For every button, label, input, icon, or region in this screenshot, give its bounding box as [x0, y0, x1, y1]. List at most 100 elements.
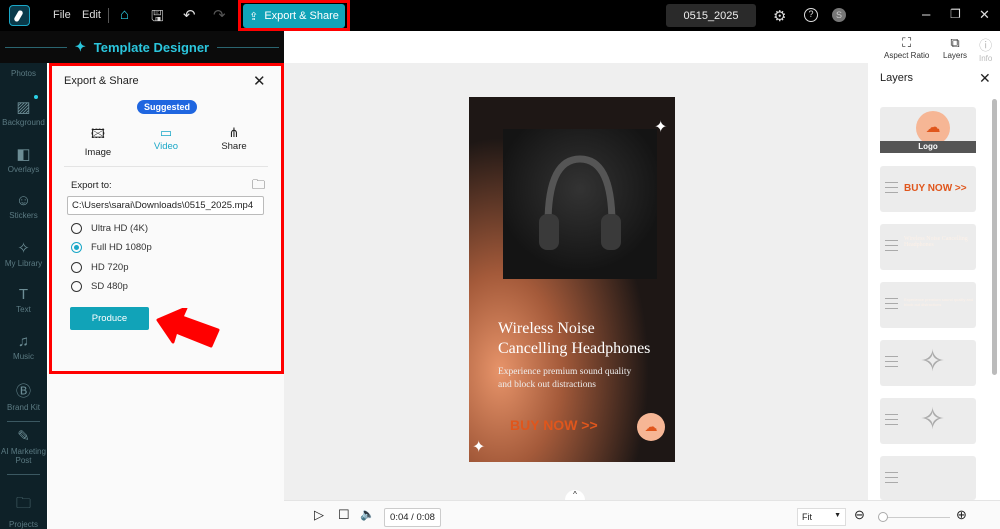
layers-title: Layers: [880, 72, 914, 84]
info-icon: ⓘ: [979, 38, 993, 53]
layers-icon: ⧉: [950, 35, 960, 50]
highlight-box: [49, 63, 284, 374]
logo-label: Logo: [880, 141, 976, 153]
cloud-logo-icon: ☁: [916, 111, 950, 145]
sidebar: Photos ▨ Background ◧ Overlays ☺ Stickers ✧…: [0, 63, 47, 529]
layer-title[interactable]: Wireless Noise Cancelling Headphones: [880, 224, 976, 270]
aspect-ratio-button[interactable]: ⛶ Aspect Ratio: [884, 35, 929, 60]
label: Text: [16, 305, 31, 314]
layers-button[interactable]: ⧉ Layers: [943, 35, 967, 60]
sidebar-item-my-library[interactable]: ✧ My Library: [0, 239, 47, 268]
subtitle-line: Experience premium sound quality: [498, 367, 632, 377]
layer-subtitle-text: Experience premium sound quality and blo…: [904, 297, 974, 307]
undo-icon[interactable]: ↶: [183, 6, 196, 24]
title-bar: File Edit ⌂ 🖫 ↶ ↷ ⇪ Export & Share 0515_2…: [0, 0, 1000, 31]
redo-icon[interactable]: ↷: [213, 6, 226, 24]
divider: [7, 474, 40, 475]
party-icon: ✦: [74, 39, 86, 54]
sparkle-icon: ✧: [920, 403, 946, 436]
header-title: Template Designer: [93, 39, 210, 55]
label: Photos: [11, 69, 36, 78]
menu-edit[interactable]: Edit: [82, 9, 101, 21]
play-icon[interactable]: ▷: [314, 507, 324, 523]
layers-panel: Layers ✕ ☁ Logo BUY NOW >> Wireless Noise…: [868, 63, 1000, 500]
help-icon[interactable]: ?: [804, 8, 818, 22]
sidebar-item-brand-kit[interactable]: Ⓑ Brand Kit: [0, 380, 47, 412]
sidebar-item-projects[interactable]: 🗀 Projects: [0, 493, 47, 529]
avatar[interactable]: S: [832, 8, 846, 22]
zoom-select[interactable]: Fit ▼: [797, 508, 846, 526]
drag-handle-icon[interactable]: [885, 356, 898, 367]
poster-preview[interactable]: ✦ ✦ Wireless Noise Cancelling Headphones …: [469, 97, 675, 462]
info-label: Info: [979, 54, 993, 63]
save-icon[interactable]: 🖫: [151, 6, 164, 31]
drag-handle-icon[interactable]: [885, 240, 898, 251]
drag-handle-icon[interactable]: [885, 414, 898, 425]
sidebar-item-text[interactable]: T Text: [0, 286, 47, 314]
sidebar-item-photos[interactable]: Photos: [0, 69, 47, 78]
sparkle-icon: ✧: [920, 345, 946, 378]
layer-subtitle[interactable]: Experience premium sound quality and blo…: [880, 282, 976, 328]
layer-logo[interactable]: ☁ Logo: [880, 107, 976, 153]
zoom-slider[interactable]: [880, 517, 950, 518]
minimize-icon[interactable]: –: [922, 6, 930, 23]
export-share-button[interactable]: ⇪ Export & Share: [243, 4, 345, 28]
aspect-ratio-label: Aspect Ratio: [884, 51, 930, 60]
info-button[interactable]: ⓘ Info: [979, 35, 992, 63]
divider: [7, 421, 40, 422]
volume-icon[interactable]: 🔈: [360, 507, 375, 521]
poster-title: Wireless Noise Cancelling Headphones: [498, 319, 650, 359]
layer-cta[interactable]: BUY NOW >>: [880, 166, 976, 212]
close-window-icon[interactable]: ✕: [979, 7, 990, 23]
drag-handle-icon[interactable]: [885, 298, 898, 309]
zoom-in-icon[interactable]: ⊕: [956, 507, 967, 523]
settings-icon[interactable]: ⚙: [773, 7, 786, 25]
label: AI Marketing Post: [1, 447, 46, 465]
headphones-image: [503, 129, 657, 279]
layers-scrollbar[interactable]: [992, 99, 997, 375]
music-icon: ♫: [17, 333, 30, 350]
sparkle-icon: ✦: [472, 439, 486, 456]
cloud-logo-icon: ☁: [637, 413, 665, 441]
sidebar-item-overlays[interactable]: ◧ Overlays: [0, 145, 47, 174]
layers-label: Layers: [943, 51, 968, 60]
drag-handle-icon[interactable]: [885, 182, 898, 193]
stop-icon[interactable]: ☐: [338, 507, 350, 523]
stickers-icon: ☺: [15, 192, 32, 209]
zoom-slider-handle[interactable]: [878, 512, 888, 522]
project-name[interactable]: 0515_2025: [666, 4, 756, 27]
text-icon: T: [18, 286, 29, 303]
layer-frame[interactable]: [880, 456, 976, 500]
title-line: Wireless Noise: [498, 320, 595, 337]
zoom-out-icon[interactable]: ⊖: [854, 507, 865, 523]
layer-sparkle[interactable]: ✧: [880, 398, 976, 444]
poster-subtitle: Experience premium sound quality and bloc…: [498, 366, 631, 392]
sidebar-item-stickers[interactable]: ☺ Stickers: [0, 192, 47, 220]
sidebar-item-ai-marketing-post[interactable]: ✎ AI Marketing Post: [0, 427, 47, 465]
label: Stickers: [9, 211, 38, 220]
restore-icon[interactable]: ❐: [950, 7, 961, 21]
playback-bar: ▷ ☐ 🔈 0:04 / 0:08 Fit ▼ ⊖ ⊕: [284, 500, 1000, 529]
label: Brand Kit: [7, 403, 40, 412]
sparkle-icon: ✧: [17, 240, 30, 257]
zoom-value: Fit: [802, 512, 812, 522]
label: My Library: [4, 259, 43, 268]
layer-cta-text: BUY NOW >>: [904, 183, 967, 194]
home-icon[interactable]: ⌂: [120, 6, 129, 23]
menu-file[interactable]: File: [53, 9, 71, 21]
title-line: Cancelling Headphones: [498, 340, 651, 357]
subtitle-line: and block out distractions: [498, 380, 596, 390]
sidebar-item-music[interactable]: ♫ Music: [0, 333, 47, 361]
time-display: 0:04 / 0:08: [384, 508, 441, 527]
close-layers-icon[interactable]: ✕: [979, 70, 991, 87]
brand-kit-icon: Ⓑ: [15, 383, 31, 400]
drag-handle-icon[interactable]: [885, 472, 898, 483]
top-toolbar: ⛶ Aspect Ratio ⧉ Layers ⓘ Info: [284, 31, 1000, 63]
ai-brush-icon: ✎: [17, 428, 30, 445]
overlays-icon: ◧: [16, 146, 31, 163]
dropdown-arrow-icon: ▼: [834, 512, 841, 519]
upload-icon: ⇪: [249, 10, 259, 23]
label: Background: [2, 118, 45, 127]
sidebar-item-background[interactable]: ▨ Background: [0, 98, 47, 127]
layer-sparkle[interactable]: ✧: [880, 340, 976, 386]
